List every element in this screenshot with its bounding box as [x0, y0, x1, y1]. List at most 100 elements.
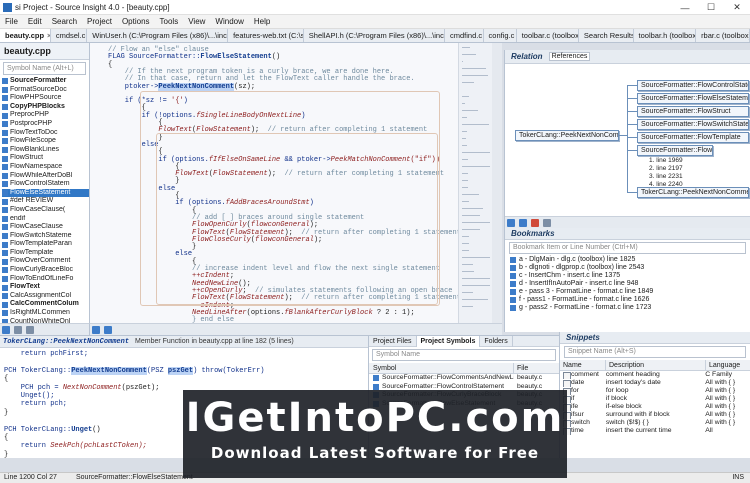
- menu-options[interactable]: Options: [117, 15, 155, 29]
- bookmark-item[interactable]: g - pass2 - FormatLine - format.c line 1…: [505, 304, 750, 312]
- symbol-list-item[interactable]: FlowCaseClause(: [2, 206, 89, 215]
- tab-features-web[interactable]: features-web.txt (C:\si): [228, 29, 304, 42]
- symbol-list-item[interactable]: endif: [2, 215, 89, 224]
- stop-icon[interactable]: [531, 218, 539, 227]
- code-minimap[interactable]: [458, 43, 492, 323]
- table-row[interactable]: SourceFormatter::FlowCommentsAndNewLine b…: [369, 374, 559, 383]
- column-name[interactable]: Name: [560, 360, 606, 370]
- table-row[interactable]: comment comment heading C Family: [560, 371, 750, 379]
- symbol-filter-input[interactable]: Symbol Name (Alt+L): [3, 62, 86, 75]
- tab-toolbar-c[interactable]: toolbar.c (toolbox): [517, 29, 579, 42]
- jump-icon[interactable]: [519, 218, 527, 227]
- symbol-list-item[interactable]: FlowBlankLines: [2, 146, 89, 155]
- tab-cmdfind[interactable]: cmdfind.c: [445, 29, 484, 42]
- symbol-list-item[interactable]: FlowCaseClause: [2, 223, 89, 232]
- settings-icon[interactable]: [543, 218, 551, 227]
- relation-root-node[interactable]: TokerCLang::PeekNextNonComment: [515, 130, 619, 141]
- symbol-list-item[interactable]: FlowControlStatem: [2, 180, 89, 189]
- menu-search[interactable]: Search: [47, 15, 82, 29]
- relation-reference-line[interactable]: 2. line 2197: [649, 165, 683, 173]
- table-row[interactable]: date insert today's date All with { }: [560, 379, 750, 387]
- symbol-list-item[interactable]: CalcAssignmentCol: [2, 292, 89, 301]
- symbol-list-item[interactable]: PostprocPHP: [2, 120, 89, 129]
- code-editor[interactable]: // Flow an "else" clause FLAG SourceForma…: [90, 43, 502, 324]
- bookmark-item[interactable]: c - InsertChm - insert.c line 1375: [505, 272, 750, 280]
- refresh-icon[interactable]: [507, 218, 515, 227]
- bookmark-item[interactable]: e - pass 3 - FormatLine - format.c line …: [505, 288, 750, 296]
- symbol-list-item[interactable]: FlowToEndOfLineFo: [2, 275, 89, 284]
- bookmark-item[interactable]: b - dlgnoti - dlgprop.c (toolbox) line 2…: [505, 264, 750, 272]
- table-row[interactable]: switch switch ($!$) { } All with { }: [560, 419, 750, 427]
- column-symbol[interactable]: Symbol: [369, 363, 514, 373]
- table-row[interactable]: for for loop All with { }: [560, 387, 750, 395]
- tab-rbar[interactable]: rbar.c (toolbox): [696, 29, 750, 42]
- tab-project-files[interactable]: Project Files: [369, 335, 417, 347]
- tab-project-symbols[interactable]: Project Symbols: [416, 335, 481, 347]
- tab-winuser[interactable]: WinUser.h (C:\Program Files (x86)\...\in…: [87, 29, 229, 42]
- symbol-list-item[interactable]: FlowSwitchStateme: [2, 232, 89, 241]
- table-row[interactable]: time insert the current time All: [560, 427, 750, 435]
- symbol-list-item[interactable]: FlowTextToDoc: [2, 129, 89, 138]
- tab-config[interactable]: config.c: [484, 29, 517, 42]
- settings-icon[interactable]: [26, 325, 34, 334]
- column-language[interactable]: Language: [706, 360, 740, 370]
- tab-folders[interactable]: Folders: [480, 335, 513, 347]
- symbol-list-item[interactable]: #def REVIEW: [2, 197, 89, 206]
- symbol-list-item[interactable]: FlowTemplateParan: [2, 240, 89, 249]
- relation-node[interactable]: SourceFormatter::FlowTemplate: [637, 132, 749, 143]
- symbol-list-item[interactable]: FormatSourceDoc: [2, 86, 89, 95]
- menu-window[interactable]: Window: [210, 15, 248, 29]
- symbol-list-item[interactable]: IsRightMLCommen: [2, 309, 89, 318]
- sort-icon[interactable]: [2, 325, 10, 334]
- symbol-list-item[interactable]: FlowWhileAfterDoBl: [2, 172, 89, 181]
- snippet-input[interactable]: Snippet Name (Alt+S): [564, 346, 746, 358]
- menu-file[interactable]: File: [0, 15, 23, 29]
- menu-edit[interactable]: Edit: [23, 15, 47, 29]
- symbol-list-item[interactable]: CopyPHPBlocks: [2, 103, 89, 112]
- symbol-list-item[interactable]: FlowNamespace: [2, 163, 89, 172]
- menu-tools[interactable]: Tools: [155, 15, 184, 29]
- column-file[interactable]: File: [514, 363, 528, 373]
- symbol-list-item[interactable]: FlowFileScope: [2, 137, 89, 146]
- relation-reference-line[interactable]: 3. line 2231: [649, 173, 683, 181]
- table-row[interactable]: ifsur surround with if block All with { }: [560, 411, 750, 419]
- column-description[interactable]: Description: [606, 360, 706, 370]
- table-row[interactable]: if if block All with { }: [560, 395, 750, 403]
- bookmark-item[interactable]: d - InsertIfInAutoPair - insert.c line 9…: [505, 280, 750, 288]
- relation-node[interactable]: SourceFormatter::FlowText: [637, 145, 713, 156]
- tab-toolbar-h[interactable]: toolbar.h (toolbox): [634, 29, 697, 42]
- symbol-list-item[interactable]: CalcCommentColum: [2, 300, 89, 309]
- bookmark-item[interactable]: a - DlgMain - dlg.c (toolbox) line 1825: [505, 256, 750, 264]
- table-row[interactable]: ife if-else block All with { }: [560, 403, 750, 411]
- symbol-list-item[interactable]: FlowStruct: [2, 154, 89, 163]
- relation-node[interactable]: TokerCLang::PeekNextNonComment: [637, 187, 749, 198]
- relation-reference-line[interactable]: 1. line 1969: [649, 157, 683, 165]
- bookmark-input[interactable]: Bookmark Item or Line Number (Ctrl+M): [509, 242, 746, 254]
- relation-node[interactable]: SourceFormatter::FlowStruct: [637, 106, 749, 117]
- close-icon[interactable]: ✕: [724, 0, 750, 15]
- back-icon[interactable]: [92, 325, 100, 334]
- menu-help[interactable]: Help: [249, 15, 275, 29]
- symbol-list-item[interactable]: SourceFormatter: [2, 77, 89, 86]
- relation-references-tab[interactable]: References: [548, 52, 591, 61]
- symbol-list-item[interactable]: PreprocPHP: [2, 111, 89, 120]
- relation-node[interactable]: SourceFormatter::FlowControlStatement: [637, 80, 749, 91]
- filter-icon[interactable]: [14, 325, 22, 334]
- bookmark-item[interactable]: f - pass1 - FormatLine - format.c line 1…: [505, 296, 750, 304]
- symbol-list-item[interactable]: FlowCurlyBraceBloc: [2, 266, 89, 275]
- tab-shellapi[interactable]: ShellAPI.h (C:\Program Files (x86)\...\i…: [304, 29, 445, 42]
- relation-node[interactable]: SourceFormatter::FlowSwitchStatement: [637, 119, 749, 130]
- menu-project[interactable]: Project: [82, 15, 117, 29]
- symbol-list-item[interactable]: FlowOverComment: [2, 257, 89, 266]
- tab-beauty-cpp[interactable]: beauty.cpp×: [0, 29, 51, 42]
- forward-icon[interactable]: [104, 325, 112, 334]
- symbol-list-item[interactable]: FlowPHPSource: [2, 94, 89, 103]
- symbol-list-item[interactable]: FlowText: [2, 283, 89, 292]
- minimize-icon[interactable]: —: [672, 0, 698, 15]
- relation-node[interactable]: SourceFormatter::FlowElseStatement: [637, 93, 749, 104]
- tab-cmdsel[interactable]: cmdsel.c: [51, 29, 88, 42]
- maximize-icon[interactable]: ☐: [698, 0, 724, 15]
- tab-search-results[interactable]: Search Results: [579, 29, 634, 42]
- symbol-list-item[interactable]: FlowElseStatement: [2, 188, 89, 198]
- symbol-list-item[interactable]: FlowTemplate: [2, 249, 89, 258]
